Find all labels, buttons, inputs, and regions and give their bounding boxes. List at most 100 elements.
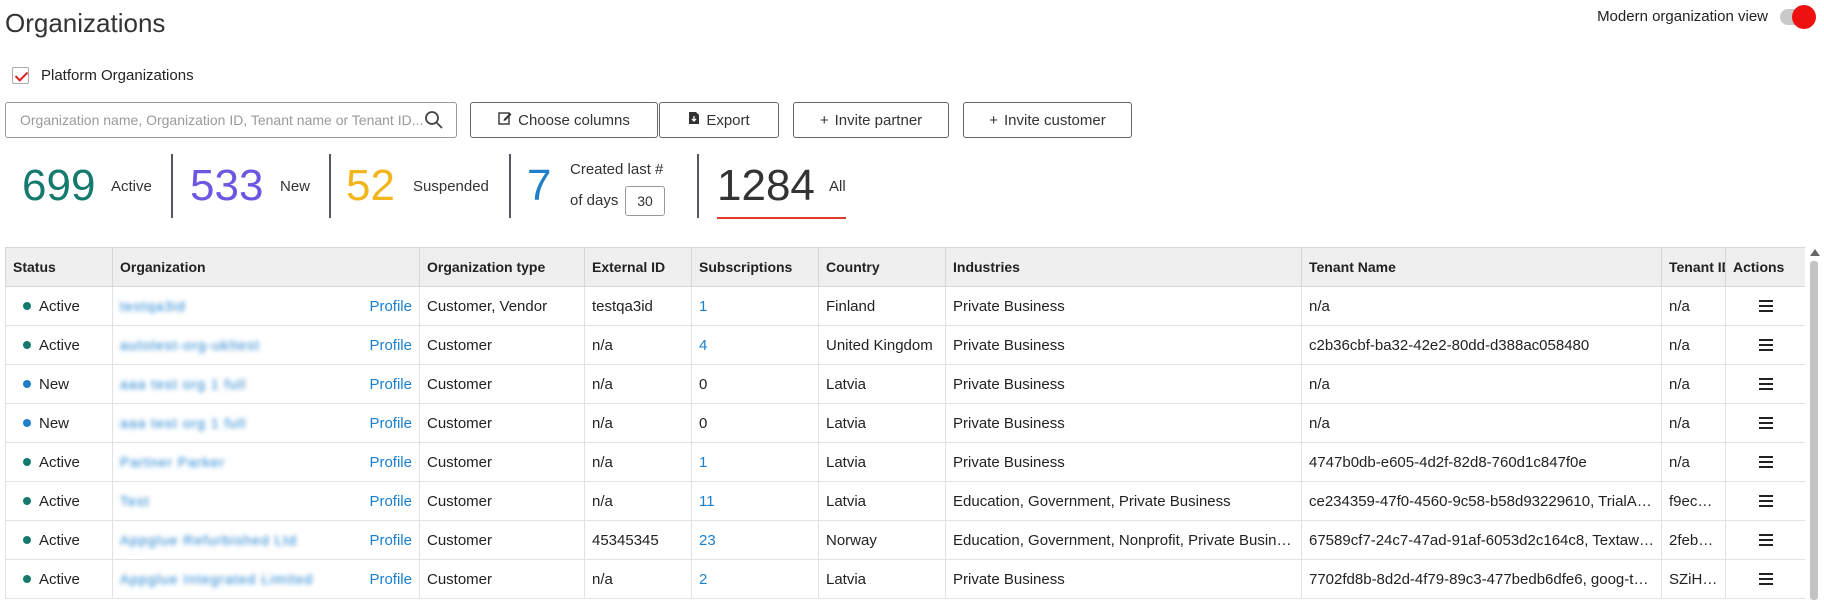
organization-type-cell: Customer (419, 325, 585, 365)
profile-link[interactable]: Profile (369, 493, 412, 510)
table-row[interactable]: Active Appglue Integrated Limited Profile C… (5, 559, 1805, 599)
table-row[interactable]: Active autotest-org-ukltest Profile Custome… (5, 325, 1805, 365)
hamburger-menu-icon[interactable] (1758, 339, 1774, 351)
profile-link[interactable]: Profile (369, 337, 412, 354)
hamburger-menu-icon[interactable] (1758, 300, 1774, 312)
organization-type-cell: Customer (419, 559, 585, 599)
column-header-industries[interactable]: Industries (945, 247, 1302, 287)
country-cell: Latvia (818, 442, 946, 482)
tenant-id-cell: n/a (1661, 403, 1726, 443)
industries-cell: Private Business (945, 403, 1302, 443)
new-count[interactable]: 533 (190, 164, 263, 208)
actions-cell (1725, 481, 1805, 521)
search-input[interactable] (20, 112, 424, 128)
column-header-country[interactable]: Country (818, 247, 946, 287)
table-row[interactable]: Active Appglue Refurbished Ltd Profile Cust… (5, 520, 1805, 560)
column-header-subscriptions[interactable]: Subscriptions (691, 247, 819, 287)
organization-name-link[interactable]: autotest-org-ukltest (120, 337, 260, 353)
tenant-id-cell: 2feb499b (1661, 520, 1726, 560)
platform-filter: Platform Organizations (12, 67, 194, 84)
subscriptions-cell[interactable]: 1 (691, 286, 819, 326)
export-button[interactable]: Export (659, 102, 779, 138)
organization-cell: Appglue Refurbished Ltd Profile (112, 520, 420, 560)
scroll-up-arrow-icon[interactable] (1810, 249, 1820, 256)
subscriptions-cell[interactable]: 23 (691, 520, 819, 560)
organization-type-cell: Customer, Vendor (419, 286, 585, 326)
organization-name-link[interactable]: Appglue Refurbished Ltd (120, 532, 297, 548)
subscriptions-cell[interactable]: 1 (691, 442, 819, 482)
invite-partner-button[interactable]: + Invite partner (793, 102, 949, 138)
hamburger-menu-icon[interactable] (1758, 534, 1774, 546)
plus-icon: + (819, 111, 829, 129)
hamburger-menu-icon[interactable] (1758, 495, 1774, 507)
column-header-tenant-name[interactable]: Tenant Name (1301, 247, 1662, 287)
stats-bar: 699 Active 533 New 52 Suspended 7 Create… (0, 148, 900, 228)
column-header-external-id[interactable]: External ID (584, 247, 692, 287)
actions-cell (1725, 286, 1805, 326)
organization-cell: Test Profile (112, 481, 420, 521)
all-count[interactable]: 1284 (717, 164, 815, 208)
column-header-status[interactable]: Status (5, 247, 113, 287)
suspended-count[interactable]: 52 (346, 164, 395, 208)
subscriptions-cell[interactable]: 11 (691, 481, 819, 521)
tenant-name-cell: n/a (1301, 286, 1662, 326)
days-input[interactable]: 30 (625, 186, 665, 216)
country-cell: Latvia (818, 559, 946, 599)
organization-name-link[interactable]: Partner Parker (120, 454, 225, 470)
column-header-organization-type[interactable]: Organization type (419, 247, 585, 287)
platform-organizations-checkbox[interactable] (12, 67, 29, 84)
status-text: Active (39, 297, 80, 315)
organization-type-cell: Customer (419, 442, 585, 482)
industries-cell: Private Business (945, 364, 1302, 404)
column-header-actions[interactable]: Actions (1725, 247, 1805, 287)
table-row[interactable]: Active Partner Parker Profile Customer n/a 1 L… (5, 442, 1805, 482)
external-id-cell: n/a (584, 325, 692, 365)
created-count[interactable]: 7 (527, 164, 551, 208)
platform-organizations-label: Platform Organizations (41, 67, 194, 84)
hamburger-menu-icon[interactable] (1758, 417, 1774, 429)
table-row[interactable]: Active testqa3id Profile Customer, Vendor te… (5, 286, 1805, 326)
table-scrollbar[interactable] (1808, 247, 1820, 600)
table-row[interactable]: New aaa test org 1 full Profile Customer n/a… (5, 364, 1805, 404)
hamburger-menu-icon[interactable] (1758, 456, 1774, 468)
active-label: Active (111, 178, 152, 195)
scroll-thumb[interactable] (1810, 261, 1818, 600)
profile-link[interactable]: Profile (369, 415, 412, 432)
actions-cell (1725, 403, 1805, 443)
industries-cell: Private Business (945, 559, 1302, 599)
column-header-organization[interactable]: Organization (112, 247, 420, 287)
search-icon[interactable] (424, 110, 444, 130)
created-label-line2: of days (570, 192, 619, 209)
profile-link[interactable]: Profile (369, 571, 412, 588)
profile-link[interactable]: Profile (369, 298, 412, 315)
table-row[interactable]: New aaa test org 1 full Profile Customer n/a… (5, 403, 1805, 443)
subscriptions-cell[interactable]: 4 (691, 325, 819, 365)
organization-name-link[interactable]: Test (120, 493, 150, 509)
subscriptions-cell[interactable]: 2 (691, 559, 819, 599)
country-cell: United Kingdom (818, 325, 946, 365)
invite-customer-button[interactable]: + Invite customer (963, 102, 1132, 138)
status-text: Active (39, 336, 80, 354)
stat-divider (697, 154, 699, 218)
profile-link[interactable]: Profile (369, 532, 412, 549)
column-header-tenant-id[interactable]: Tenant ID (1661, 247, 1726, 287)
invite-partner-label: Invite partner (834, 111, 923, 129)
profile-link[interactable]: Profile (369, 454, 412, 471)
profile-link[interactable]: Profile (369, 376, 412, 393)
active-count[interactable]: 699 (22, 164, 95, 208)
toggle-knob (1792, 4, 1816, 29)
table-row[interactable]: Active Test Profile Customer n/a 11 Latvia Educ… (5, 481, 1805, 521)
organization-name-link[interactable]: aaa test org 1 full (120, 415, 246, 431)
hamburger-menu-icon[interactable] (1758, 378, 1774, 390)
hamburger-menu-icon[interactable] (1758, 573, 1774, 585)
organization-type-cell: Customer (419, 520, 585, 560)
external-id-cell: n/a (584, 481, 692, 521)
tenant-name-cell: 7702fd8b-8d2d-4f79-89c3-477bedb6dfe6, go… (1301, 559, 1662, 599)
choose-columns-button[interactable]: Choose columns (470, 102, 658, 138)
organization-type-cell: Customer (419, 403, 585, 443)
modern-view-toggle[interactable] (1780, 4, 1816, 29)
organization-name-link[interactable]: aaa test org 1 full (120, 376, 246, 392)
organization-name-link[interactable]: Appglue Integrated Limited (120, 571, 313, 587)
country-cell: Finland (818, 286, 946, 326)
organization-name-link[interactable]: testqa3id (120, 298, 186, 314)
